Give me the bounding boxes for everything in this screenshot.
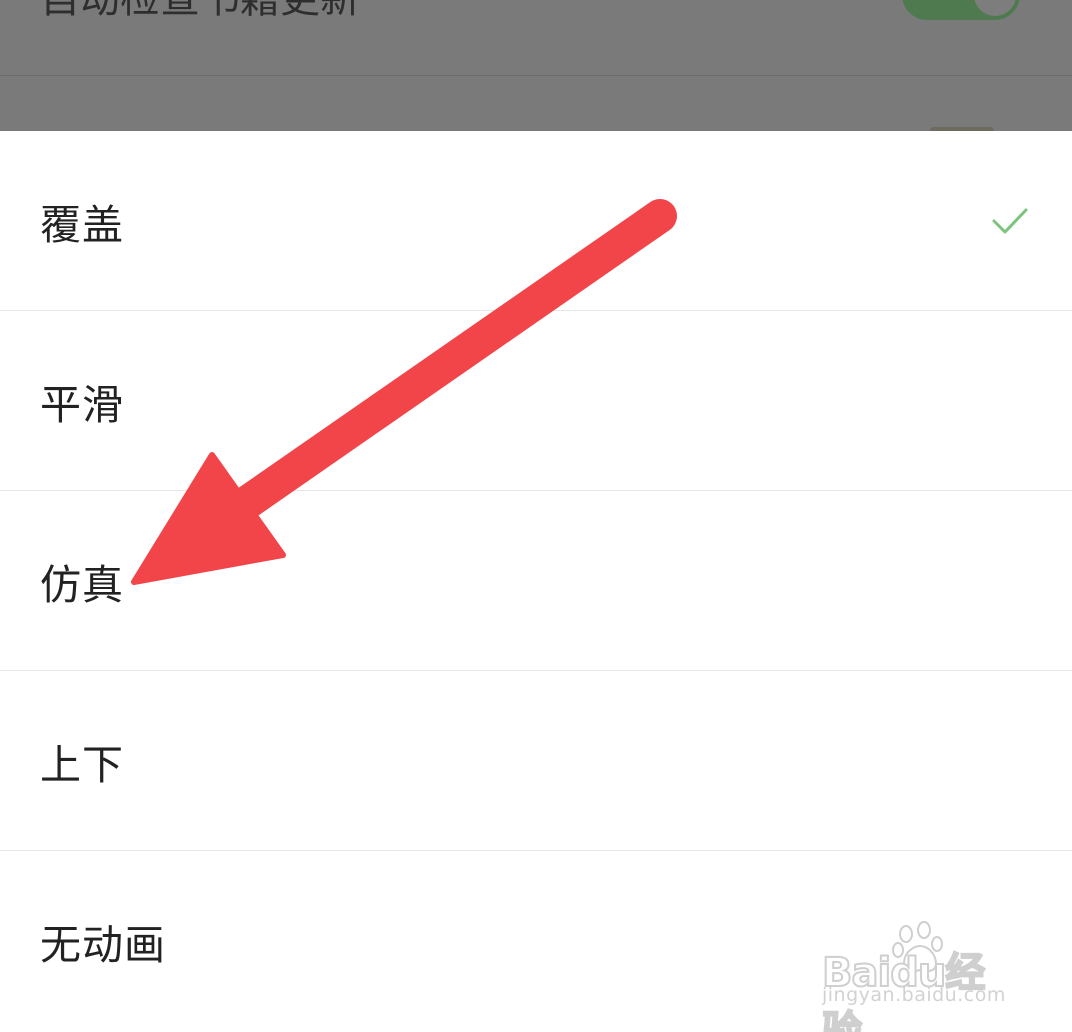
watermark-url: jingyan.baidu.com	[822, 984, 1006, 1006]
screen: 自动检查书籍更新 覆盖 平滑 仿真 上下 无动画	[0, 0, 1072, 1032]
option-simulation[interactable]: 仿真	[0, 491, 1072, 671]
option-smooth[interactable]: 平滑	[0, 311, 1072, 491]
option-label: 仿真	[40, 560, 124, 609]
option-label: 覆盖	[40, 200, 124, 249]
divider	[0, 75, 1072, 76]
toggle-knob	[974, 0, 1016, 16]
dimmed-background[interactable]: 自动检查书籍更新	[0, 0, 1072, 135]
option-label: 上下	[40, 740, 124, 789]
option-cover[interactable]: 覆盖	[0, 131, 1072, 311]
check-icon	[992, 208, 1028, 234]
background-row-label: 自动检查书籍更新	[40, 0, 360, 24]
option-vertical[interactable]: 上下	[0, 671, 1072, 851]
option-label: 无动画	[40, 921, 166, 969]
page-turn-options-sheet: 覆盖 平滑 仿真 上下 无动画	[0, 131, 1072, 1032]
background-toggle	[902, 0, 1020, 20]
baidu-watermark: Baidu经验 jingyan.baidu.com	[820, 918, 1020, 1032]
option-label: 平滑	[40, 380, 124, 429]
